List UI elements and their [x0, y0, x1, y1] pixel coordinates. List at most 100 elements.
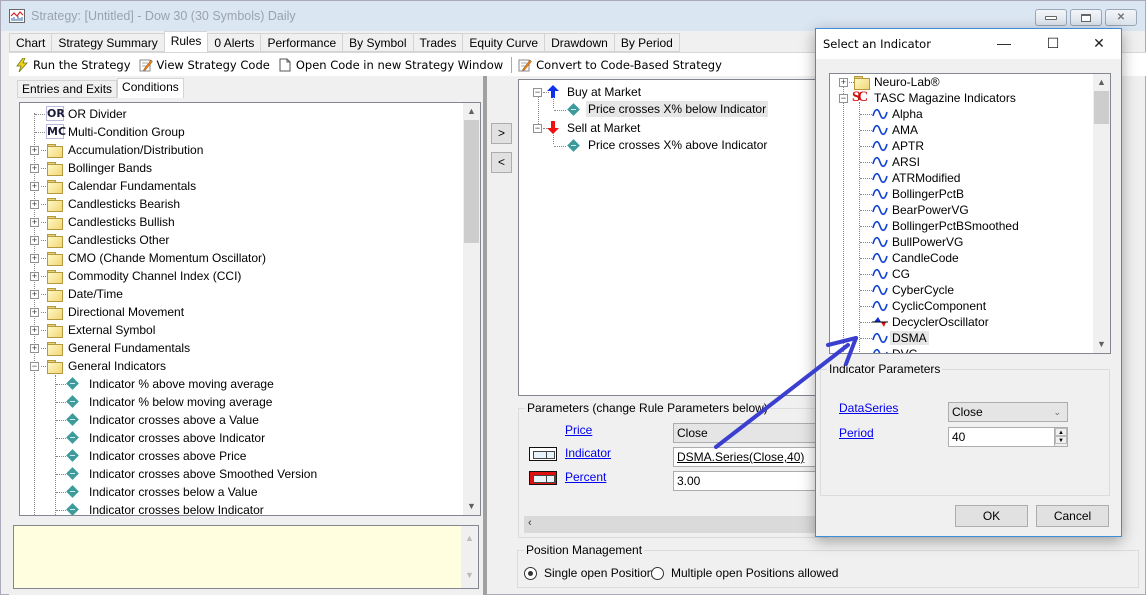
tree-condition-item[interactable]: Indicator crosses above a Value [20, 411, 440, 429]
tab-strategy-summary[interactable]: Strategy Summary [51, 33, 164, 52]
tree-condition-item[interactable]: Indicator % above moving average [20, 375, 440, 393]
tab-equity-curve[interactable]: Equity Curve [462, 33, 545, 52]
percent-param-link[interactable]: Percent [565, 470, 606, 484]
tree-folder-calendar-fundamentals[interactable]: + Calendar Fundamentals [20, 177, 440, 195]
expand-icon[interactable]: + [30, 254, 39, 263]
expand-icon[interactable]: + [30, 218, 39, 227]
period-stepper[interactable]: 40 ▲ ▼ [948, 427, 1068, 447]
add-condition-button[interactable]: > [491, 123, 512, 144]
close-button[interactable]: ✕ [1105, 9, 1137, 26]
price-param-link[interactable]: Price [565, 423, 592, 437]
panel-splitter[interactable] [483, 76, 487, 595]
tab-by-symbol[interactable]: By Symbol [342, 33, 413, 52]
scroll-thumb[interactable] [1094, 91, 1109, 124]
multiple-positions-label[interactable]: Multiple open Positions allowed [671, 566, 838, 580]
single-position-label[interactable]: Single open Position [544, 566, 653, 580]
tree-condition-item[interactable]: Indicator % below moving average [20, 393, 440, 411]
cancel-button[interactable]: Cancel [1036, 505, 1109, 527]
minimize-button[interactable] [1035, 9, 1067, 26]
period-link[interactable]: Period [839, 426, 874, 440]
indicator-param-field[interactable]: DSMA.Series(Close,40) [673, 447, 833, 467]
tab-drawdown[interactable]: Drawdown [544, 33, 614, 52]
collapse-icon[interactable]: − [30, 362, 39, 371]
tab-alerts[interactable]: 0 Alerts [207, 33, 261, 52]
expand-icon[interactable]: + [839, 78, 848, 87]
scroll-left-icon[interactable]: ‹ [528, 517, 532, 529]
dataseries-select[interactable]: Close ⌄ [948, 402, 1068, 422]
percent-param-field[interactable]: 3.00 [673, 471, 833, 491]
remove-condition-button[interactable]: < [491, 152, 512, 173]
view-strategy-code-button[interactable]: View Strategy Code [139, 58, 270, 72]
tree-folder-candlesticks-bullish[interactable]: + Candlesticks Bullish [20, 213, 440, 231]
indicator-param-link[interactable]: Indicator [565, 446, 611, 460]
tree-folder-external-symbol[interactable]: + External Symbol [20, 321, 440, 339]
collapse-icon[interactable]: − [839, 94, 848, 103]
tree-folder-date-time[interactable]: + Date/Time [20, 285, 440, 303]
tree-condition-item[interactable]: Indicator crosses above Price [20, 447, 440, 465]
rule-condition-item[interactable]: Price crosses X% above Indicator [519, 137, 769, 155]
tree-item-special[interactable]: MC Multi-Condition Group [20, 123, 440, 141]
tab-performance[interactable]: Performance [260, 33, 343, 52]
tab-trades[interactable]: Trades [412, 33, 463, 52]
expand-icon[interactable]: + [30, 182, 39, 191]
collapse-icon[interactable]: − [533, 124, 542, 133]
open-code-window-button[interactable]: Open Code in new Strategy Window [278, 58, 503, 72]
spin-down-icon[interactable]: ▼ [1055, 436, 1067, 444]
single-position-radio[interactable] [524, 567, 537, 580]
price-param-field[interactable]: Close [673, 423, 833, 443]
tree-folder-accumulation-distribution[interactable]: + Accumulation/Distribution [20, 141, 440, 159]
dialog-close-button[interactable]: ✕ [1089, 35, 1109, 52]
scroll-up-icon[interactable]: ▲ [463, 103, 480, 120]
expand-icon[interactable]: + [30, 200, 39, 209]
scroll-down-icon[interactable]: ▼ [461, 567, 478, 584]
dialog-minimize-button[interactable]: — [994, 35, 1014, 51]
expand-icon[interactable]: + [30, 272, 39, 281]
tree-item-special[interactable]: OR OR Divider [20, 105, 440, 123]
indicator-tree-scrollbar[interactable]: ▲ ▼ [1093, 74, 1110, 353]
tab-chart[interactable]: Chart [9, 33, 52, 52]
tab-entries-exits[interactable]: Entries and Exits [17, 80, 118, 98]
tree-folder-general-fundamentals[interactable]: + General Fundamentals [20, 339, 440, 357]
tree-folder-candlesticks-bearish[interactable]: + Candlesticks Bearish [20, 195, 440, 213]
expand-icon[interactable]: + [30, 236, 39, 245]
tree-condition-item[interactable]: Indicator crosses above Smoothed Version [20, 465, 440, 483]
expand-icon[interactable]: + [30, 146, 39, 155]
tab-conditions[interactable]: Conditions [117, 78, 184, 98]
conditions-scrollbar[interactable]: ▲ ▼ [463, 103, 480, 515]
expand-icon[interactable]: + [30, 326, 39, 335]
tree-folder-general-indicators[interactable]: − General Indicators [20, 357, 440, 375]
tree-folder-commodity-channel-index-cci-[interactable]: + Commodity Channel Index (CCI) [20, 267, 440, 285]
parameters-hscrollbar[interactable]: ‹ [524, 516, 829, 533]
scroll-up-icon[interactable]: ▲ [1093, 74, 1110, 91]
tree-folder-candlesticks-other[interactable]: + Candlesticks Other [20, 231, 440, 249]
description-scrollbar[interactable]: ▲ ▼ [461, 526, 478, 588]
multiple-positions-radio[interactable] [651, 567, 664, 580]
tree-folder-cmo-chande-momentum-oscillator-[interactable]: + CMO (Chande Momentum Oscillator) [20, 249, 440, 267]
scroll-down-icon[interactable]: ▼ [463, 498, 480, 515]
tab-by-period[interactable]: By Period [613, 33, 680, 52]
scroll-thumb[interactable] [464, 120, 479, 243]
dialog-maximize-button[interactable]: ☐ [1043, 35, 1063, 52]
convert-to-code-button[interactable]: Convert to Code-Based Strategy [518, 58, 722, 72]
rule-condition-item[interactable]: Price crosses X% below Indicator [519, 101, 769, 119]
expand-icon[interactable]: + [30, 308, 39, 317]
collapse-icon[interactable]: − [533, 88, 542, 97]
expand-icon[interactable]: + [30, 290, 39, 299]
run-strategy-button[interactable]: Run the Strategy [15, 57, 131, 72]
expand-icon[interactable]: + [30, 164, 39, 173]
tree-folder-bollinger-bands[interactable]: + Bollinger Bands [20, 159, 440, 177]
indicator-item[interactable]: DVC [830, 346, 1090, 353]
spin-up-icon[interactable]: ▲ [1055, 428, 1067, 436]
tree-condition-item[interactable]: Indicator crosses above Indicator [20, 429, 440, 447]
expand-icon[interactable]: + [30, 344, 39, 353]
tab-rules[interactable]: Rules [163, 31, 208, 52]
ok-button[interactable]: OK [955, 505, 1028, 527]
restore-button[interactable] [1070, 9, 1102, 26]
tree-condition-item[interactable]: Indicator crosses below Indicator [20, 501, 440, 515]
tree-guide [41, 294, 46, 295]
scroll-down-icon[interactable]: ▼ [1093, 336, 1110, 353]
scroll-up-icon[interactable]: ▲ [461, 530, 478, 547]
tree-condition-item[interactable]: Indicator crosses below a Value [20, 483, 440, 501]
tree-folder-directional-movement[interactable]: + Directional Movement [20, 303, 440, 321]
dataseries-link[interactable]: DataSeries [839, 401, 898, 415]
